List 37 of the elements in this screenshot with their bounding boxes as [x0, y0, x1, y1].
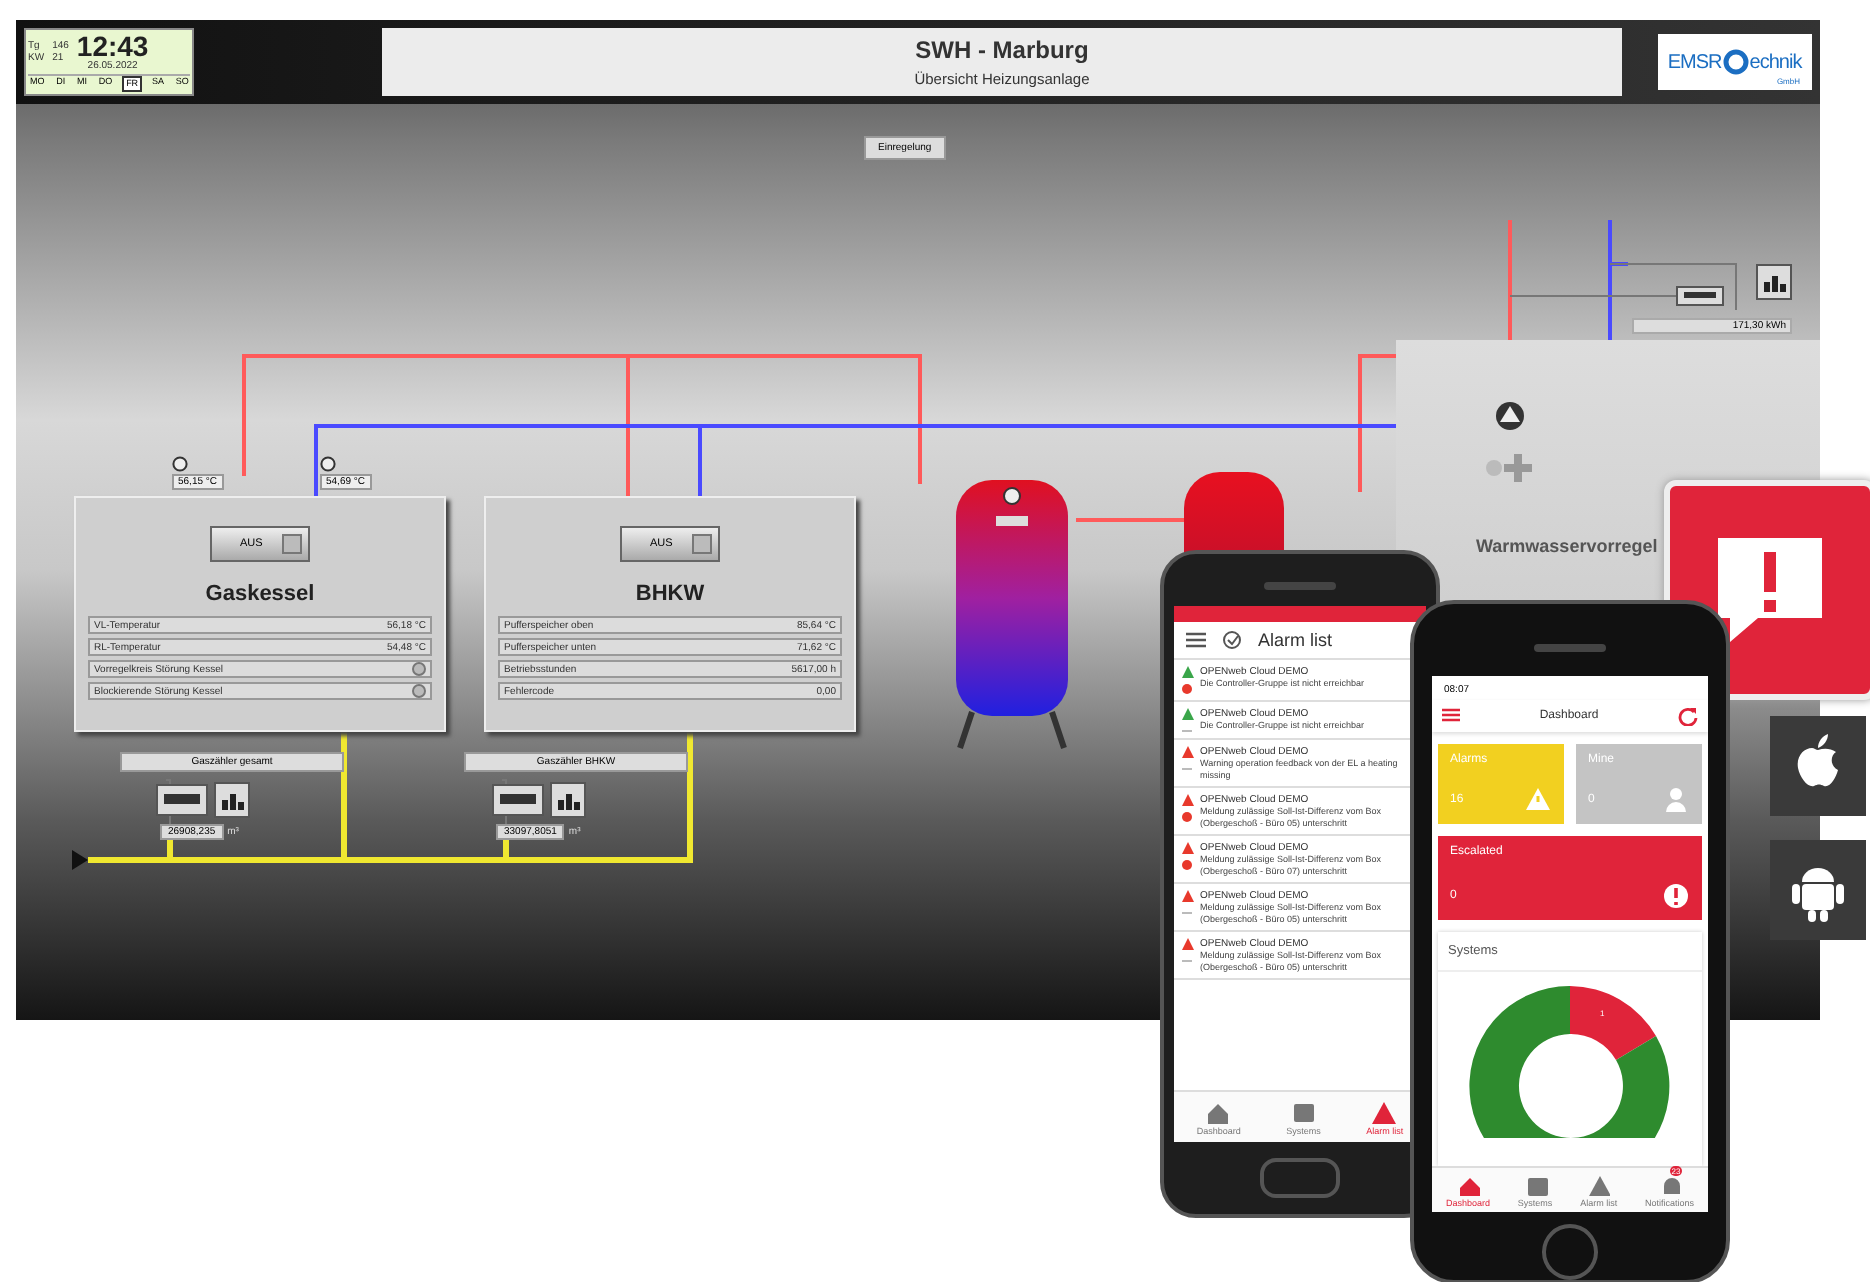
clock-time: 12:43 — [76, 32, 149, 60]
screen-title: SWH - Marburg — [915, 36, 1089, 64]
home-button[interactable] — [1542, 1224, 1598, 1280]
logo-text: echnik — [1749, 51, 1802, 73]
counter-icon — [1676, 286, 1724, 306]
valve-icon — [1484, 452, 1536, 484]
chart-icon — [214, 782, 250, 818]
refresh-icon — [1677, 705, 1698, 726]
sensor-icon — [172, 456, 188, 472]
phone-speaker — [1264, 582, 1336, 590]
screen-title: Alarm list — [1258, 630, 1333, 650]
sensor-icon — [320, 456, 336, 472]
chart-icon — [1756, 264, 1792, 300]
pump-icon — [1494, 400, 1526, 432]
exclamation-icon — [1662, 881, 1690, 910]
swirl-icon — [1721, 48, 1750, 76]
warning-icon — [1524, 785, 1552, 814]
arrow-icon — [72, 850, 88, 870]
warning-icon — [1370, 1098, 1399, 1126]
unit-title: BHKW — [635, 582, 705, 606]
house-icon — [1204, 1098, 1233, 1126]
briefcase-icon — [1523, 1172, 1548, 1197]
phone-speaker — [1534, 644, 1606, 652]
logo-text: EMSR — [1667, 51, 1722, 73]
menu-icon — [1186, 632, 1206, 648]
home-button[interactable] — [1260, 1158, 1340, 1198]
counter-icon — [156, 784, 208, 816]
unit-title: Gaskessel — [205, 582, 315, 606]
house-icon — [1455, 1172, 1480, 1197]
menu-icon — [1442, 708, 1460, 723]
chart-icon — [550, 782, 586, 818]
counter-icon — [492, 784, 544, 816]
panel-label: Warmwasservorregel — [1476, 536, 1660, 556]
warning-icon — [1586, 1172, 1611, 1197]
check-circle-icon — [1222, 630, 1242, 650]
person-icon — [1662, 785, 1690, 814]
briefcase-icon — [1289, 1098, 1318, 1126]
